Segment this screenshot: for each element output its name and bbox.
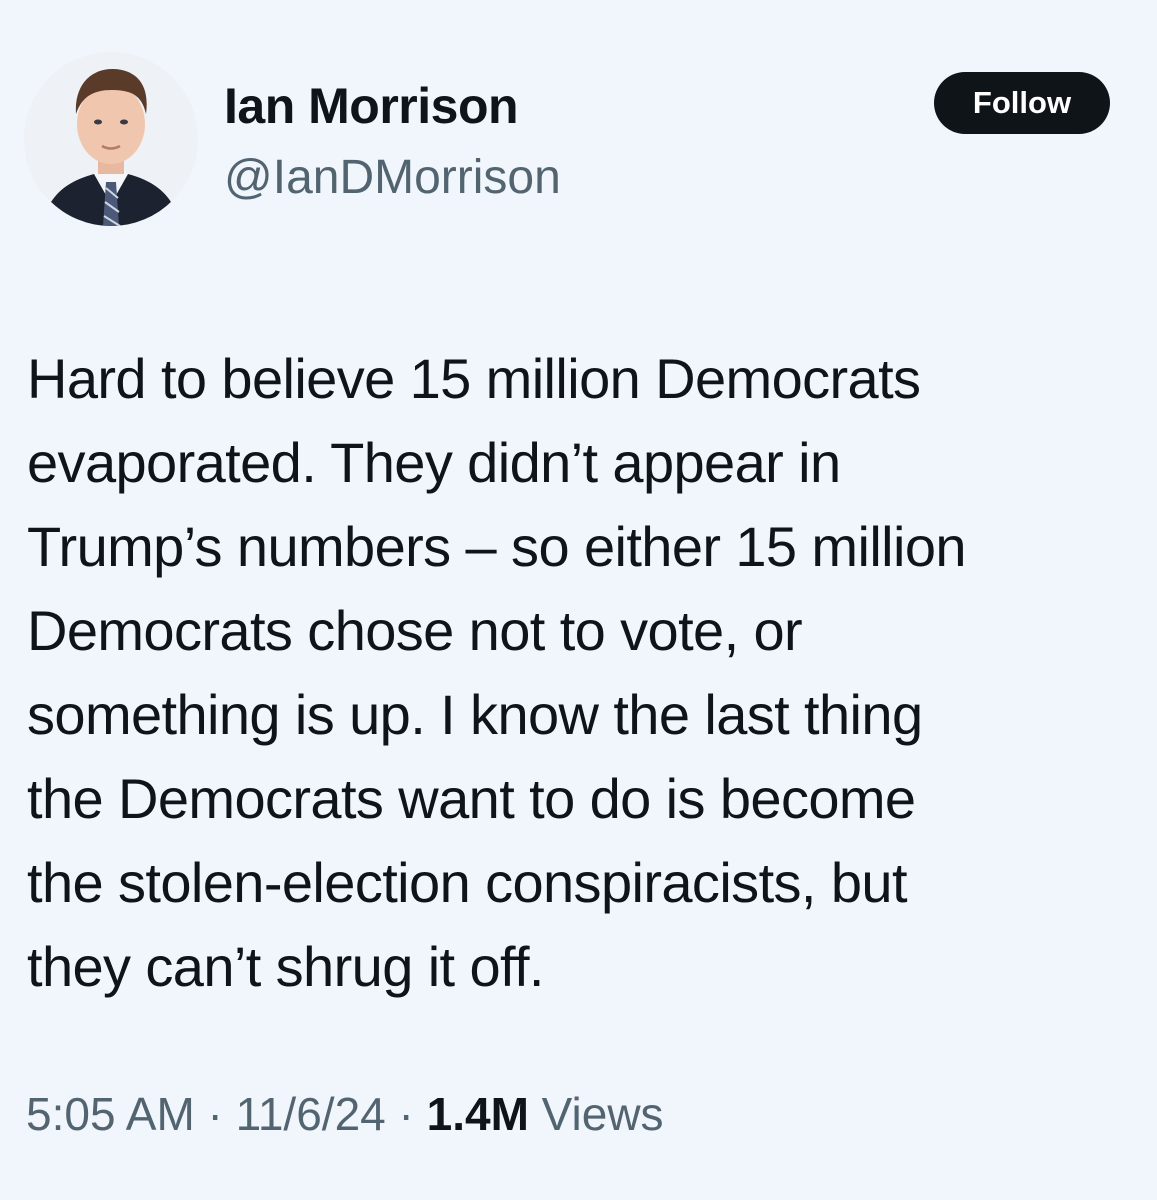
follow-button[interactable]: Follow — [934, 72, 1110, 134]
meta-separator: · — [194, 1088, 236, 1140]
tweet-text-line: Democrats chose not to vote, or — [27, 599, 803, 662]
views-count: 1.4M — [426, 1088, 529, 1140]
author-display-name[interactable]: Ian Morrison — [224, 76, 519, 136]
profile-photo-icon — [24, 52, 198, 226]
tweet-time[interactable]: 5:05 AM — [26, 1088, 195, 1140]
meta-separator: · — [385, 1088, 427, 1140]
tweet-text-line: the stolen-election conspiracists, but — [27, 851, 908, 914]
tweet-text-line: they can’t shrug it off. — [27, 935, 544, 998]
avatar[interactable] — [24, 52, 198, 226]
tweet-text: Hard to believe 15 million Democrats eva… — [27, 337, 1137, 1009]
tweet-text-line: something is up. I know the last thing — [27, 683, 923, 746]
tweet-text-line: evaporated. They didn’t appear in — [27, 431, 841, 494]
tweet-text-line: Trump’s numbers – so either 15 million — [27, 515, 967, 578]
tweet-card: Ian Morrison @IanDMorrison Follow Hard t… — [0, 0, 1157, 1200]
tweet-date[interactable]: 11/6/24 — [236, 1088, 386, 1140]
author-handle[interactable]: @IanDMorrison — [224, 148, 561, 208]
views-label: Views — [541, 1088, 664, 1140]
tweet-text-line: Hard to believe 15 million Democrats — [27, 347, 921, 410]
tweet-text-line: the Democrats want to do is become — [27, 767, 916, 830]
tweet-metadata: 5:05 AM · 11/6/24 · 1.4M Views — [26, 1084, 664, 1144]
